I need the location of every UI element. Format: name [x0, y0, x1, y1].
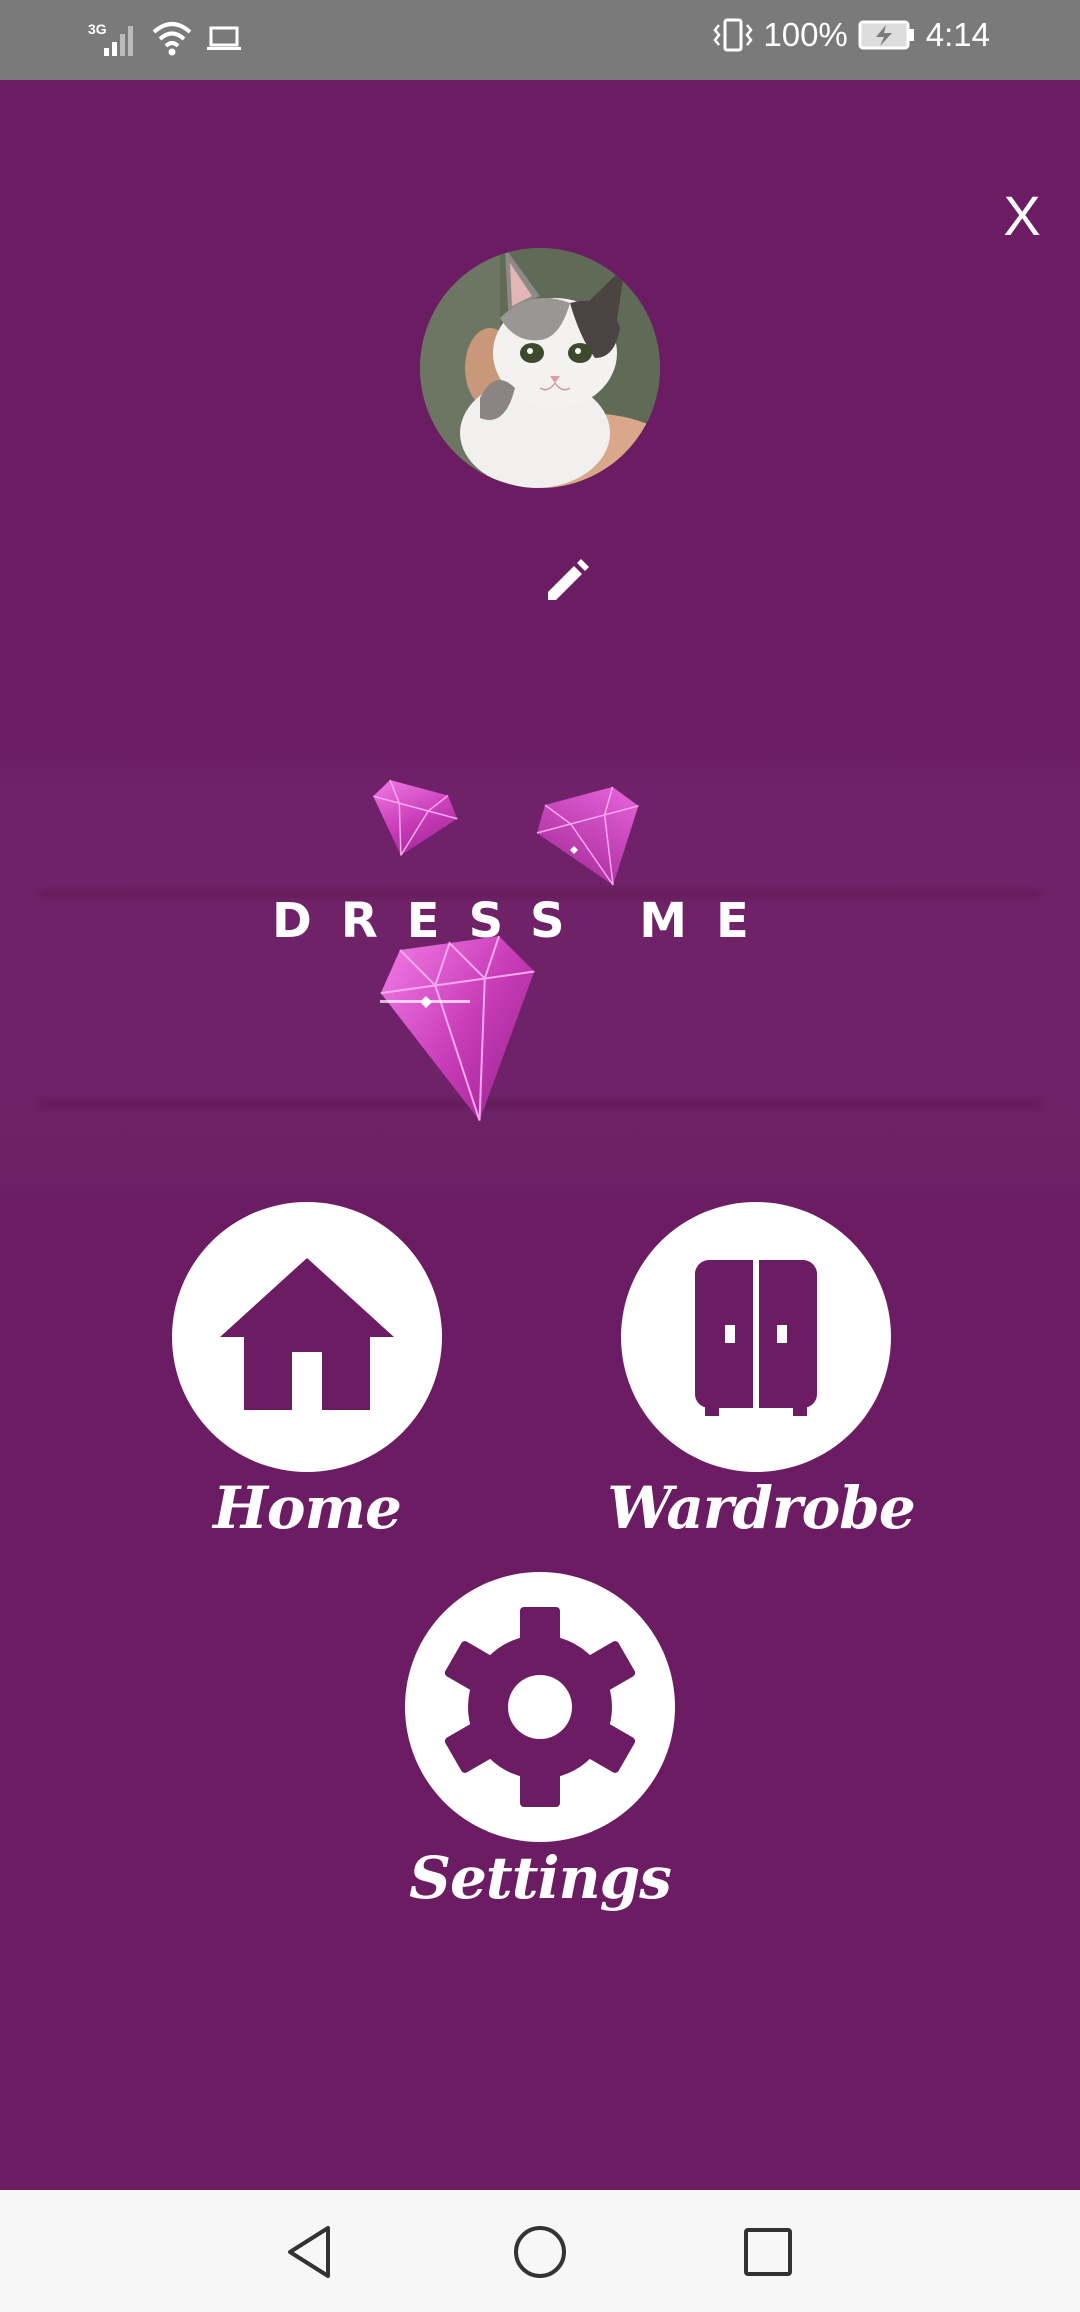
clock: 4:14 — [925, 16, 990, 53]
settings-button[interactable]: Settings — [405, 1572, 675, 1932]
status-left-icons: 3G — [86, 18, 242, 58]
home-circle-icon[interactable] — [510, 2222, 570, 2282]
battery-percent: 100% — [763, 16, 848, 53]
system-nav-bar — [0, 2190, 1080, 2312]
laptop-icon — [207, 26, 241, 50]
cat-photo — [420, 248, 660, 488]
gem-medium — [536, 786, 639, 886]
gem-small — [373, 779, 458, 856]
status-bar: 3G 100% 4:14 — [0, 0, 1080, 80]
gear-icon — [444, 1607, 636, 1807]
wardrobe-button[interactable]: Wardrobe — [607, 1202, 916, 1562]
back-triangle-icon[interactable] — [282, 2222, 342, 2282]
gem-large — [380, 935, 535, 1121]
wardrobe-label: Wardrobe — [607, 1474, 916, 1542]
svg-text:3G: 3G — [88, 21, 107, 37]
recents-square-icon[interactable] — [738, 2222, 798, 2282]
vibrate-icon — [713, 18, 753, 52]
settings-label: Settings — [409, 1844, 672, 1912]
battery-charging-icon — [858, 20, 914, 50]
close-button[interactable]: X — [992, 176, 1052, 256]
signal-icon: 3G — [88, 21, 133, 56]
home-circle[interactable] — [172, 1202, 442, 1472]
house-icon — [220, 1258, 394, 1410]
status-right: 100% 4:14 — [713, 16, 990, 54]
pencil-icon[interactable] — [540, 556, 592, 608]
wardrobe-icon — [695, 1260, 817, 1416]
settings-circle[interactable] — [405, 1572, 675, 1842]
brand-name: DRESS ME — [272, 893, 778, 949]
home-label: Home — [213, 1474, 402, 1542]
wardrobe-circle[interactable] — [621, 1202, 891, 1472]
home-button[interactable]: Home — [172, 1202, 442, 1562]
wifi-icon — [152, 22, 192, 56]
avatar[interactable] — [420, 248, 660, 488]
